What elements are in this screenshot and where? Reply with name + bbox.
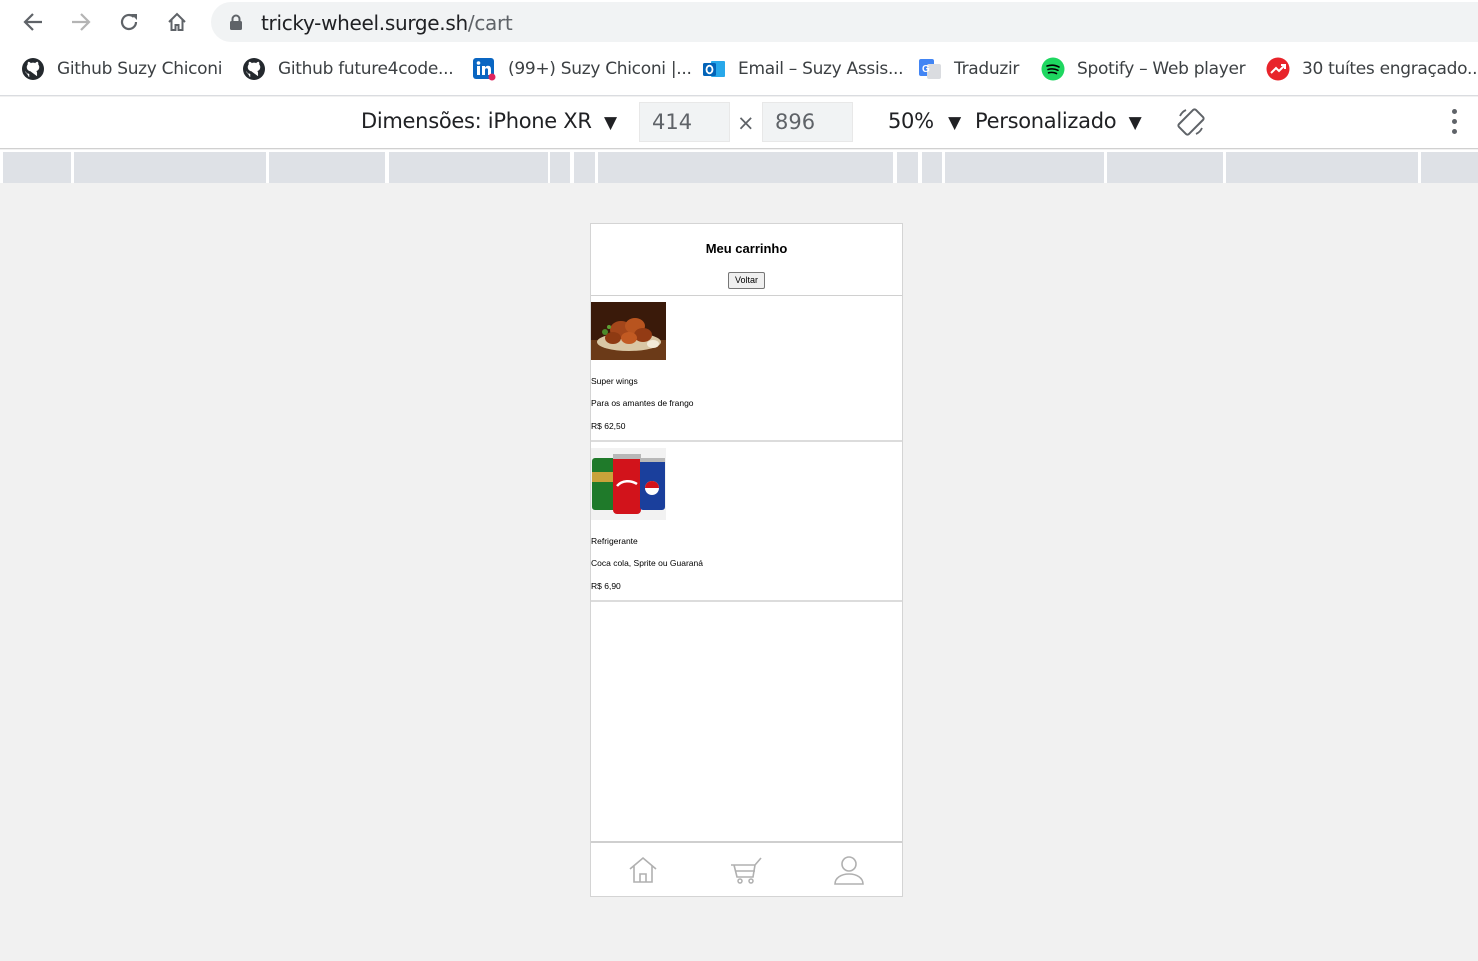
media-query-segment[interactable] <box>1226 152 1418 183</box>
media-query-segment[interactable] <box>550 152 570 183</box>
item-price: R$ 62,50 <box>591 421 626 431</box>
bookmark-traduzir[interactable]: G Traduzir <box>918 56 1019 82</box>
bookmarks-bar: Github Suzy Chiconi Github future4code..… <box>0 44 1478 96</box>
bookmark-label: Traduzir <box>954 59 1020 79</box>
bookmark-linkedin[interactable]: (99+) Suzy Chiconi |... <box>472 56 692 82</box>
media-query-segment[interactable] <box>598 152 893 183</box>
media-query-segment[interactable] <box>897 152 918 183</box>
chicken-wings-photo <box>591 302 666 365</box>
cart-item: Super wings Para os amantes de frango R$… <box>591 296 902 442</box>
bookmark-github-future4code[interactable]: Github future4code... <box>242 56 454 82</box>
outlook-icon <box>702 57 726 81</box>
media-query-bar <box>0 150 1478 183</box>
device-dimensions-label: Dimensões: iPhone XR <box>361 109 592 133</box>
url-text: tricky-wheel.surge.sh/cart <box>261 11 513 35</box>
address-bar[interactable]: tricky-wheel.surge.sh/cart <box>211 2 1478 42</box>
width-input[interactable]: 414 <box>639 102 730 142</box>
browser-toolbar: tricky-wheel.surge.sh/cart <box>0 0 1478 44</box>
device-viewport: Meu carrinho Voltar Super wings Para os … <box>590 223 903 897</box>
bookmark-spotify[interactable]: Spotify – Web player <box>1041 56 1246 82</box>
bookmark-github-suzy[interactable]: Github Suzy Chiconi <box>21 56 222 82</box>
profile-icon[interactable] <box>832 853 866 887</box>
media-query-segment[interactable] <box>574 152 595 183</box>
home-browser-icon[interactable] <box>161 6 193 38</box>
home-icon[interactable] <box>626 853 660 887</box>
zoom-label: 50% <box>888 109 934 133</box>
dropdown-arrow-icon: ▼ <box>1128 113 1142 133</box>
bookmark-label: Github future4code... <box>278 59 454 79</box>
item-description: Para os amantes de frango <box>591 398 694 408</box>
soda-cans-photo <box>591 448 666 525</box>
app-header: Meu carrinho Voltar <box>591 224 902 296</box>
item-name: Super wings <box>591 376 638 386</box>
lock-icon <box>230 14 242 30</box>
svg-text:G: G <box>922 64 930 75</box>
trending-icon <box>1266 57 1290 81</box>
item-price: R$ 6,90 <box>591 581 621 591</box>
forward-arrow-icon[interactable] <box>65 6 97 38</box>
device-toolbar: Dimensões: iPhone XR ▼ 414 × 896 50% ▼ P… <box>0 97 1478 149</box>
zoom-select[interactable]: 50% ▼ <box>888 109 961 133</box>
spotify-icon <box>1041 57 1065 81</box>
media-query-segment[interactable] <box>1107 152 1223 183</box>
device-dimensions-select[interactable]: Dimensões: iPhone XR ▼ <box>361 109 617 133</box>
cart-item: Refrigerante Coca cola, Sprite ou Guaran… <box>591 442 902 602</box>
bookmark-label: 30 tuítes engraçado... <box>1302 59 1478 79</box>
google-translate-icon: G <box>918 57 942 81</box>
cart-icon[interactable] <box>729 853 763 887</box>
bookmark-tuites[interactable]: 30 tuítes engraçado... <box>1266 56 1478 82</box>
media-query-segment[interactable] <box>269 152 385 183</box>
bottom-navigation <box>591 841 902 896</box>
media-query-segment[interactable] <box>74 152 266 183</box>
media-query-segment[interactable] <box>1421 152 1478 183</box>
reload-icon[interactable] <box>113 6 145 38</box>
dropdown-arrow-icon: ▼ <box>948 113 961 133</box>
voltar-button[interactable]: Voltar <box>727 272 765 289</box>
bookmark-label: Email – Suzy Assis... <box>738 59 904 79</box>
media-query-segment[interactable] <box>922 152 942 183</box>
rotate-icon[interactable] <box>1176 107 1206 137</box>
bookmark-label: Github Suzy Chiconi <box>57 59 223 79</box>
media-query-segment[interactable] <box>3 152 71 183</box>
linkedin-icon <box>472 57 496 81</box>
times-separator: × <box>737 111 755 135</box>
dropdown-arrow-icon: ▼ <box>604 113 617 133</box>
throttle-select[interactable]: Personalizado ▼ <box>975 109 1142 133</box>
github-icon <box>21 57 45 81</box>
throttle-label: Personalizado <box>975 109 1117 133</box>
bookmark-label: Spotify – Web player <box>1077 59 1246 79</box>
media-query-segment[interactable] <box>389 152 548 183</box>
page-title: Meu carrinho <box>705 241 788 256</box>
bookmark-label: (99+) Suzy Chiconi |... <box>508 59 692 79</box>
item-name: Refrigerante <box>591 536 638 546</box>
back-arrow-icon[interactable] <box>17 6 49 38</box>
media-query-segment[interactable] <box>945 152 1104 183</box>
bookmark-email[interactable]: Email – Suzy Assis... <box>702 56 904 82</box>
item-description: Coca cola, Sprite ou Guaraná <box>591 558 703 568</box>
height-input[interactable]: 896 <box>762 102 853 142</box>
more-options-icon[interactable] <box>1452 109 1462 137</box>
github-icon <box>242 57 266 81</box>
